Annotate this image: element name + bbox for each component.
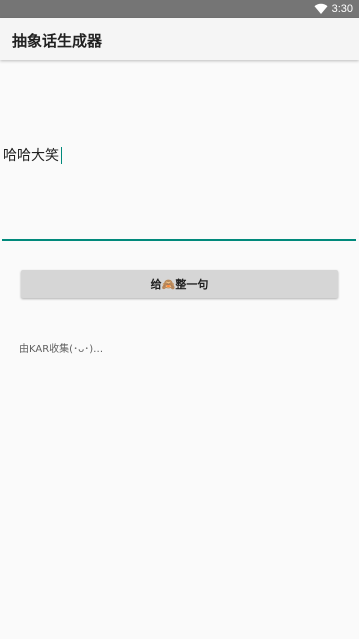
text-input-value-wrap[interactable]: 哈哈大笑 [3,145,62,165]
text-cursor [61,146,62,164]
status-icons: 3:30 [314,0,353,18]
text-input[interactable]: 哈哈大笑 [2,140,356,241]
generate-button[interactable]: 给🙈整一句 [21,270,338,298]
credit-text: 由KAR收集(･ᴗ･)… [19,344,104,355]
status-bar: 3:30 [0,0,359,18]
text-input-underline [2,239,356,241]
app-bar: 抽象话生成器 [0,18,359,60]
wifi-icon [314,3,328,15]
text-input-value[interactable]: 哈哈大笑 [3,145,59,165]
page-title: 抽象话生成器 [12,32,103,50]
status-time: 3:30 [331,3,353,15]
